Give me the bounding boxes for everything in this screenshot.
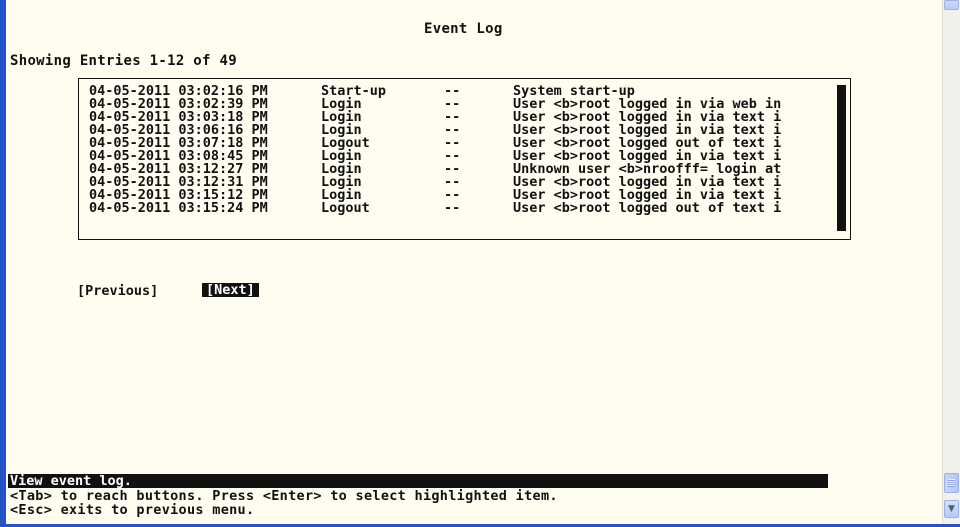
window-scrollbar[interactable]: ▼: [942, 0, 960, 524]
log-entry-type: Logout: [321, 200, 370, 216]
terminal-window: Event Log Showing Entries 1-12 of 49 04-…: [0, 0, 960, 527]
page-title: Event Log: [424, 21, 503, 37]
scrollbar-top-thumb[interactable]: [944, 0, 959, 10]
status-bar: View event log.: [8, 474, 828, 488]
previous-button[interactable]: [Previous]: [77, 284, 158, 298]
log-entry-date: 04-05-2011 03:15:24 PM: [89, 200, 268, 216]
event-log-list[interactable]: 04-05-2011 03:02:16 PM Start-up -- System s…: [78, 78, 851, 240]
log-scrollbar[interactable]: [837, 85, 846, 231]
entries-count: Showing Entries 1-12 of 49: [10, 53, 237, 69]
chevron-down-icon[interactable]: ▼: [944, 500, 959, 518]
log-entry-message: User <b>root logged out of text i: [513, 200, 782, 216]
help-text-esc: <Esc> exits to previous menu.: [10, 502, 255, 518]
grip-icon[interactable]: [944, 473, 959, 493]
terminal-screen[interactable]: Event Log Showing Entries 1-12 of 49 04-…: [6, 0, 942, 524]
next-button[interactable]: [Next]: [202, 283, 259, 297]
log-entry-source: --: [444, 200, 461, 216]
